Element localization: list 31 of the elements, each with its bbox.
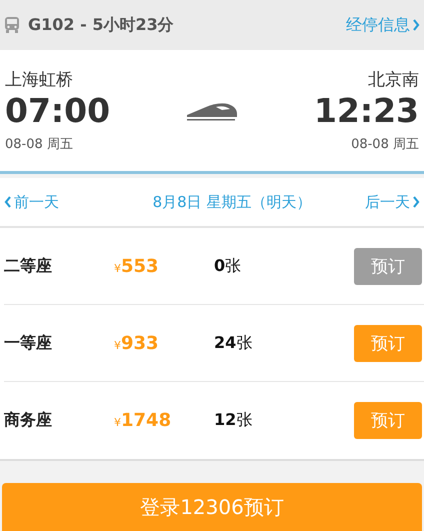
next-day-link[interactable]: 后一天 (364, 192, 420, 212)
ticket-count: 0张 (214, 256, 242, 276)
departure-time: 07:00 (5, 91, 110, 131)
arrival-date: 08-08 周五 (351, 136, 419, 153)
seat-price: 553 (121, 256, 159, 276)
seat-class: 一等座 (4, 332, 53, 354)
arrival-station: 北京南 (368, 69, 419, 91)
seat-price: 1748 (121, 410, 172, 431)
book-button[interactable]: 预订 (354, 324, 422, 362)
departure-station: 上海虹桥 (5, 69, 73, 91)
currency-symbol: ¥ (114, 262, 121, 274)
current-date: 8月8日 星期五（明天） (152, 192, 312, 212)
train-title: G102 - 5小时23分 (28, 14, 174, 36)
seat-class: 二等座 (4, 256, 53, 276)
seat-price: 933 (121, 332, 159, 354)
departure-date: 08-08 周五 (5, 136, 73, 153)
ticket-count: 12张 (214, 410, 254, 431)
chevron-right-icon (412, 196, 420, 208)
bus-icon (4, 16, 20, 34)
ticket-count: 24张 (214, 332, 254, 354)
arrival-time: 12:23 (314, 91, 419, 131)
currency-symbol: ¥ (114, 416, 121, 429)
book-button[interactable]: 预订 (354, 402, 422, 439)
login-book-button[interactable]: 登录12306预订 (2, 483, 422, 531)
chevron-left-icon (4, 196, 12, 208)
previous-day-link[interactable]: 前一天 (4, 192, 59, 212)
seat-class: 商务座 (4, 410, 53, 431)
currency-symbol: ¥ (114, 338, 121, 352)
chevron-right-icon (412, 19, 420, 31)
stops-link[interactable]: 经停信息 (346, 14, 420, 36)
train-icon (186, 100, 238, 120)
